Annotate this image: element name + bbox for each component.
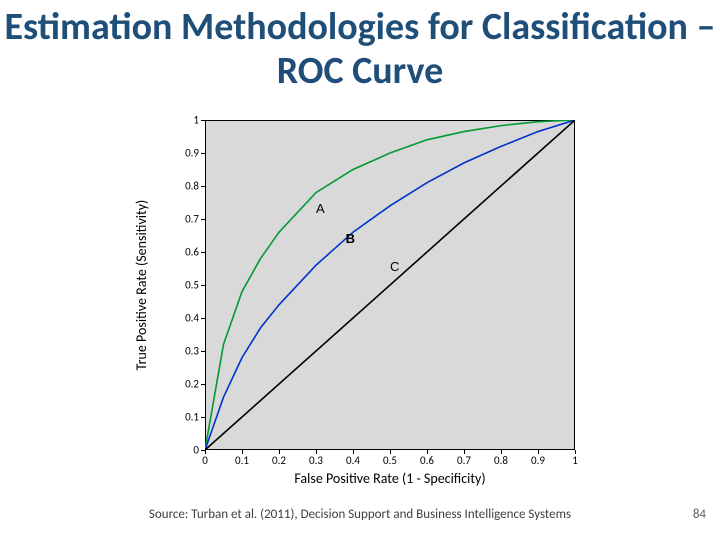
- x-tick-label: 0.8: [486, 454, 516, 467]
- chart-svg: [205, 120, 575, 450]
- y-tick-label: 0.8: [149, 180, 199, 193]
- y-tick-label: 0.7: [149, 213, 199, 226]
- roc-chart: True Positive Rate (Sensitivity) False P…: [145, 110, 595, 500]
- series-label-B: B: [346, 231, 355, 246]
- y-tick-label: 0.9: [149, 147, 199, 160]
- slide-title: Estimation Methodologies for Classificat…: [0, 6, 720, 93]
- page-number: 84: [693, 507, 706, 522]
- x-tick-label: 0.1: [227, 454, 257, 467]
- x-tick-label: 0.3: [301, 454, 331, 467]
- source-caption: Source: Turban et al. (2011), Decision S…: [0, 507, 720, 522]
- x-tick-label: 0.5: [375, 454, 405, 467]
- y-tick-label: 0.6: [149, 246, 199, 259]
- y-tick-label: 0.2: [149, 378, 199, 391]
- y-tick-label: 0.5: [149, 279, 199, 292]
- x-tick-label: 0.7: [449, 454, 479, 467]
- x-tick-label: 0.6: [412, 454, 442, 467]
- y-tick-label: 0.3: [149, 345, 199, 358]
- y-tick-label: 0.4: [149, 312, 199, 325]
- x-tick-label: 0.9: [523, 454, 553, 467]
- series-C: [205, 120, 575, 450]
- x-axis-label: False Positive Rate (1 - Specificity): [205, 470, 575, 487]
- x-tick-label: 0: [190, 454, 220, 467]
- series-label-A: A: [316, 201, 325, 216]
- series-label-C: C: [390, 259, 399, 274]
- x-tick-label: 0.4: [338, 454, 368, 467]
- x-tick-label: 0.2: [264, 454, 294, 467]
- x-tick-label: 1: [560, 454, 590, 467]
- y-tick-label: 0.1: [149, 411, 199, 424]
- y-tick-label: 1: [149, 114, 199, 127]
